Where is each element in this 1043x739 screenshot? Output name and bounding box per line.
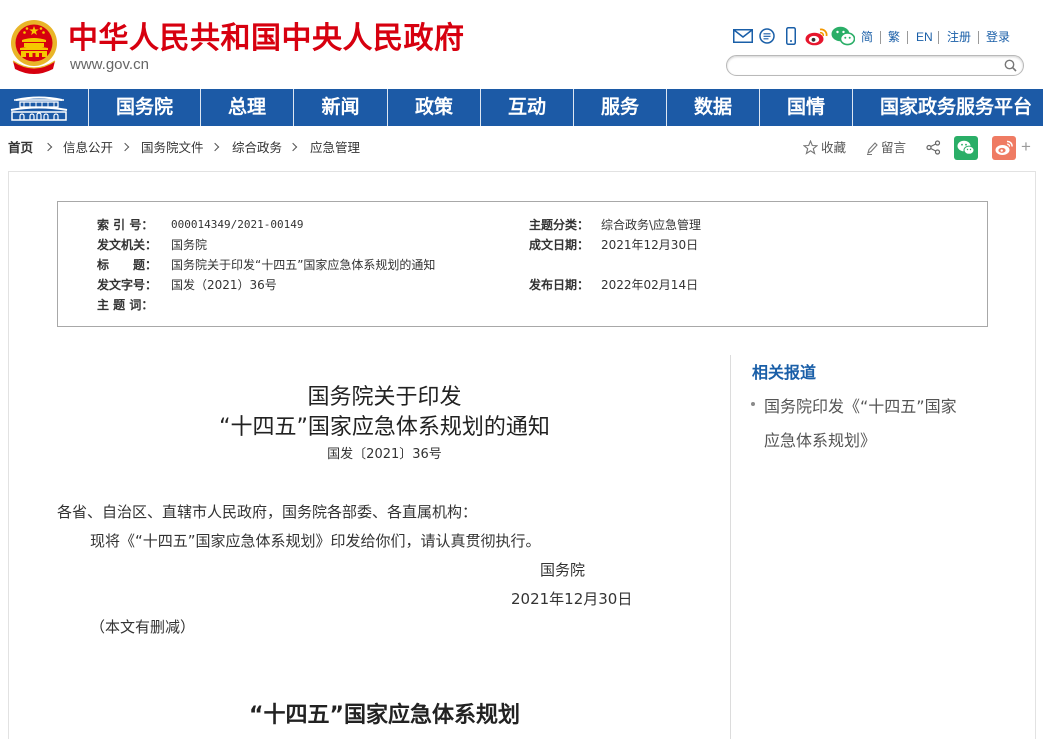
related-report-link[interactable]: 国务院印发《“十四五”国家 应急体系规划》 — [764, 390, 957, 458]
info-label-publish-date: 发布日期： — [529, 278, 590, 292]
favorite-button[interactable]: 收藏 — [821, 140, 846, 156]
lang-simplified-link[interactable]: 简 — [861, 29, 873, 45]
share-weibo-button[interactable] — [992, 136, 1016, 160]
article-note: （本文有删减） — [90, 618, 196, 636]
sidebar-divider — [730, 355, 731, 739]
info-label-title: 标 题： — [97, 258, 158, 272]
site-domain: www.gov.cn — [70, 56, 149, 73]
nav-item-service-platform[interactable]: 国家政务服务平台 — [852, 89, 1043, 126]
article-title-line-1: 国务院关于印发 — [307, 385, 462, 410]
bullet-icon — [751, 402, 755, 406]
share-wechat-button[interactable] — [954, 136, 978, 160]
nav-item-data[interactable]: 数据 — [666, 89, 759, 126]
nav-item-news[interactable]: 新闻 — [293, 89, 387, 126]
chevron-right-icon — [288, 142, 298, 152]
wechat-icon — [957, 140, 975, 155]
article-section-title: “十四五”国家应急体系规划 — [249, 703, 520, 728]
message-icon[interactable] — [759, 28, 775, 44]
national-emblem-icon — [11, 20, 57, 74]
mail-icon[interactable] — [733, 29, 753, 43]
info-value-publish-date: 2022年02月14日 — [601, 278, 699, 292]
search-input[interactable] — [726, 55, 1024, 76]
lang-english-link[interactable]: EN — [916, 29, 933, 45]
breadcrumb-item[interactable]: 国务院文件 — [141, 140, 204, 156]
register-link[interactable]: 注册 — [947, 29, 971, 45]
breadcrumb-item[interactable]: 综合政务 — [232, 140, 282, 156]
related-report-link-line: 应急体系规划》 — [764, 431, 877, 450]
info-value-title: 国务院关于印发“十四五”国家应急体系规划的通知 — [171, 258, 436, 272]
info-value-doc-no: 国发（2021）36号 — [171, 278, 277, 292]
article-title-line-2: “十四五”国家应急体系规划的通知 — [219, 415, 550, 440]
nav-item-policy[interactable]: 政策 — [387, 89, 480, 126]
article-date: 2021年12月30日 — [511, 590, 633, 608]
info-label-doc-no: 发文字号： — [97, 278, 158, 292]
wechat-icon[interactable] — [831, 26, 855, 46]
article-body-paragraph: 现将《“十四五”国家应急体系规划》印发给你们，请认真贯彻执行。 — [90, 532, 541, 550]
document-info-table: 索 引 号： 000014349/2021-00149 主题分类： 综合政务\应… — [57, 201, 988, 327]
link-divider — [907, 31, 908, 44]
related-reports-heading: 相关报道 — [752, 363, 817, 382]
lang-traditional-link[interactable]: 繁 — [888, 29, 900, 45]
nav-item-national-profile[interactable]: 国情 — [759, 89, 852, 126]
weibo-icon — [995, 140, 1013, 155]
more-share-button[interactable]: + — [1021, 137, 1031, 157]
related-report-link-line: 国务院印发《“十四五”国家 — [764, 397, 957, 416]
nav-item-interaction[interactable]: 互动 — [480, 89, 573, 126]
info-value-written-date: 2021年12月30日 — [601, 238, 699, 252]
info-label-written-date: 成文日期： — [529, 238, 590, 252]
article-doc-number: 国发〔2021〕36号 — [327, 447, 442, 462]
login-link[interactable]: 登录 — [986, 29, 1010, 45]
main-nav: 国务院 总理 新闻 政策 互动 服务 数据 国情 国家政务服务平台 — [0, 89, 1043, 126]
info-label-keywords: 主 题 词： — [97, 298, 154, 312]
info-label-issuer: 发文机关： — [97, 238, 158, 252]
star-icon[interactable] — [803, 140, 818, 155]
breadcrumb-home[interactable]: 首页 — [8, 140, 33, 156]
chevron-right-icon — [43, 142, 53, 152]
chevron-right-icon — [210, 142, 220, 152]
search-icon[interactable] — [1004, 59, 1017, 72]
chevron-right-icon — [120, 142, 130, 152]
comment-button[interactable]: 留言 — [881, 140, 906, 156]
weibo-icon[interactable] — [805, 27, 828, 46]
nav-item-state-council[interactable]: 国务院 — [88, 89, 200, 126]
site-title[interactable]: 中华人民共和国中央人民政府 — [68, 20, 465, 58]
info-value-index-no: 000014349/2021-00149 — [171, 218, 304, 231]
article-salutation: 各省、自治区、直辖市人民政府，国务院各部委、各直属机构： — [57, 503, 478, 521]
info-value-category: 综合政务\应急管理 — [601, 218, 702, 232]
info-label-category: 主题分类： — [529, 218, 590, 232]
nav-item-services[interactable]: 服务 — [573, 89, 666, 126]
link-divider — [978, 31, 979, 44]
article-signature: 国务院 — [540, 561, 586, 579]
info-value-issuer: 国务院 — [171, 238, 208, 252]
tiananmen-home-icon[interactable] — [6, 94, 72, 122]
share-icon[interactable] — [926, 140, 941, 155]
nav-item-premier[interactable]: 总理 — [200, 89, 293, 126]
link-divider — [880, 31, 881, 44]
breadcrumb-item-current[interactable]: 应急管理 — [310, 140, 360, 156]
breadcrumb-item[interactable]: 信息公开 — [63, 140, 113, 156]
info-label-index-no: 索 引 号： — [97, 218, 154, 232]
mobile-icon[interactable] — [786, 27, 796, 45]
link-divider — [938, 31, 939, 44]
pen-icon[interactable] — [866, 141, 878, 155]
